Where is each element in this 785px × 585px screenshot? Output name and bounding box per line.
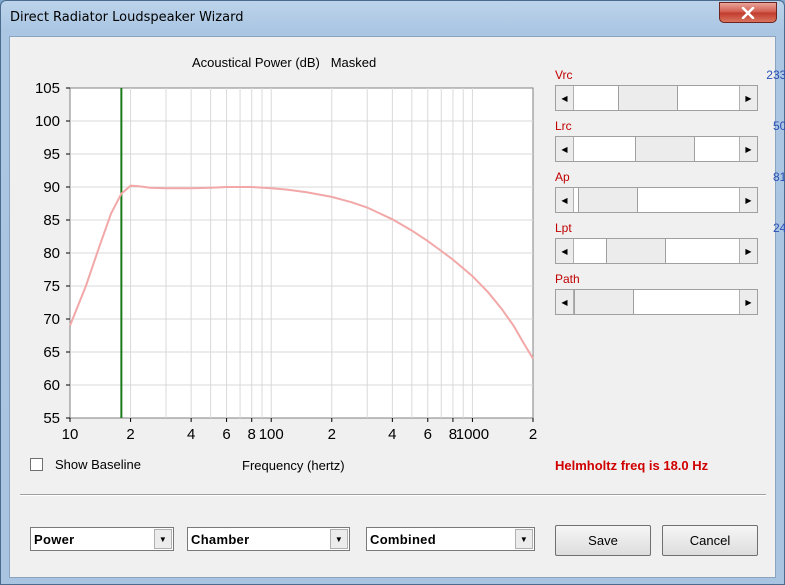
param-slider-lrc[interactable]: ◀ ▶ xyxy=(555,136,758,162)
divider xyxy=(20,494,766,496)
slider-thumb[interactable] xyxy=(606,239,666,263)
x-tick-label: 2 xyxy=(126,426,134,442)
param-value-lpt: 24.80 xyxy=(772,221,785,235)
x-tick-label: 6 xyxy=(424,426,432,442)
y-tick-label: 60 xyxy=(43,377,60,394)
param-value-ap: 81.71 xyxy=(772,170,785,184)
scroll-left-icon[interactable]: ◀ xyxy=(556,239,574,263)
chevron-down-icon[interactable]: ▼ xyxy=(330,529,348,549)
chevron-down-icon[interactable]: ▼ xyxy=(154,529,172,549)
scroll-right-icon[interactable]: ▶ xyxy=(739,137,757,161)
show-baseline-control[interactable]: Show Baseline xyxy=(30,457,141,472)
save-button[interactable]: Save xyxy=(555,525,651,556)
slider-track[interactable] xyxy=(574,137,739,161)
chevron-down-icon[interactable]: ▼ xyxy=(515,529,533,549)
mode-select[interactable]: Combined ▼ xyxy=(366,527,535,551)
x-tick-label: 4 xyxy=(187,426,195,442)
power-chart: 556065707580859095100105 10 2 4 6 8 100 2 4 6 810… xyxy=(35,80,537,442)
mode-value: Combined xyxy=(370,532,436,547)
scroll-left-icon[interactable]: ◀ xyxy=(556,188,574,212)
scroll-left-icon[interactable]: ◀ xyxy=(556,137,574,161)
x-axis-label: Frequency (hertz) xyxy=(242,458,345,473)
y-tick-label: 65 xyxy=(43,344,60,361)
y-tick-label: 75 xyxy=(43,278,60,295)
scroll-right-icon[interactable]: ▶ xyxy=(739,239,757,263)
x-tick-label: 2 xyxy=(328,426,336,442)
scroll-right-icon[interactable]: ▶ xyxy=(739,86,757,110)
cancel-button-label: Cancel xyxy=(689,533,731,548)
param-slider-vrc[interactable]: ◀ ▶ xyxy=(555,85,758,111)
y-tick-label: 95 xyxy=(43,146,60,163)
param-label-ap: Ap xyxy=(555,170,570,184)
slider-thumb[interactable] xyxy=(574,290,634,314)
x-tick-label: 4 xyxy=(388,426,396,442)
title-bar[interactable]: Direct Radiator Loudspeaker Wizard xyxy=(1,1,784,35)
param-value-lrc: 50.00 xyxy=(772,119,785,133)
param-slider-lpt[interactable]: ◀ ▶ xyxy=(555,238,758,264)
slider-track[interactable] xyxy=(574,86,739,110)
environment-value: Chamber xyxy=(191,532,250,547)
y-tick-label: 70 xyxy=(43,311,60,328)
y-tick-label: 105 xyxy=(35,80,60,97)
slider-track[interactable] xyxy=(574,188,739,212)
dialog-client: Acoustical Power (dB) Masked 55 60 65 70 75 8… xyxy=(9,36,785,578)
param-value-vrc: 233.20 xyxy=(766,68,785,82)
y-tick-label: 85 xyxy=(43,212,60,229)
x-tick-label: 2 xyxy=(529,426,537,442)
x-tick-label: 8 xyxy=(248,426,256,442)
x-tick-label: 10 xyxy=(62,426,79,442)
cancel-button[interactable]: Cancel xyxy=(662,525,758,556)
scroll-left-icon[interactable]: ◀ xyxy=(556,290,574,314)
y-tick-label: 90 xyxy=(43,179,60,196)
close-icon xyxy=(741,6,755,19)
y-tick-label: 100 xyxy=(35,113,60,130)
slider-track[interactable] xyxy=(574,239,739,263)
show-baseline-label: Show Baseline xyxy=(55,457,141,472)
save-button-label: Save xyxy=(588,533,618,548)
scroll-left-icon[interactable]: ◀ xyxy=(556,86,574,110)
param-label-path: Path xyxy=(555,272,580,286)
response-type-select[interactable]: Power ▼ xyxy=(30,527,174,551)
param-label-lrc: Lrc xyxy=(555,119,572,133)
scroll-right-icon[interactable]: ▶ xyxy=(739,188,757,212)
x-tick-label: 1000 xyxy=(456,426,489,442)
close-button[interactable] xyxy=(719,2,777,23)
slider-thumb[interactable] xyxy=(618,86,678,110)
param-value-path: 0.0 xyxy=(723,272,785,286)
slider-thumb[interactable] xyxy=(578,188,638,212)
x-tick-label: 100 xyxy=(259,426,284,442)
slider-thumb[interactable] xyxy=(635,137,695,161)
helmholtz-freq-text: Helmholtz freq is 18.0 Hz xyxy=(555,458,709,473)
param-slider-path[interactable]: ◀ ▶ xyxy=(555,289,758,315)
chart-title: Acoustical Power (dB) Masked xyxy=(192,55,377,70)
window-title: Direct Radiator Loudspeaker Wizard xyxy=(10,10,244,25)
environment-select[interactable]: Chamber ▼ xyxy=(187,527,350,551)
x-tick-label: 6 xyxy=(222,426,230,442)
scroll-right-icon[interactable]: ▶ xyxy=(739,290,757,314)
y-tick-label: 55 xyxy=(43,410,60,427)
slider-track[interactable] xyxy=(574,290,739,314)
response-type-value: Power xyxy=(34,532,75,547)
param-label-lpt: Lpt xyxy=(555,221,572,235)
y-tick-label: 80 xyxy=(43,245,60,262)
param-slider-ap[interactable]: ◀ ▶ xyxy=(555,187,758,213)
show-baseline-checkbox[interactable] xyxy=(30,458,43,471)
param-label-vrc: Vrc xyxy=(555,68,573,82)
dialog-window: Direct Radiator Loudspeaker Wizard Acous… xyxy=(0,0,785,585)
